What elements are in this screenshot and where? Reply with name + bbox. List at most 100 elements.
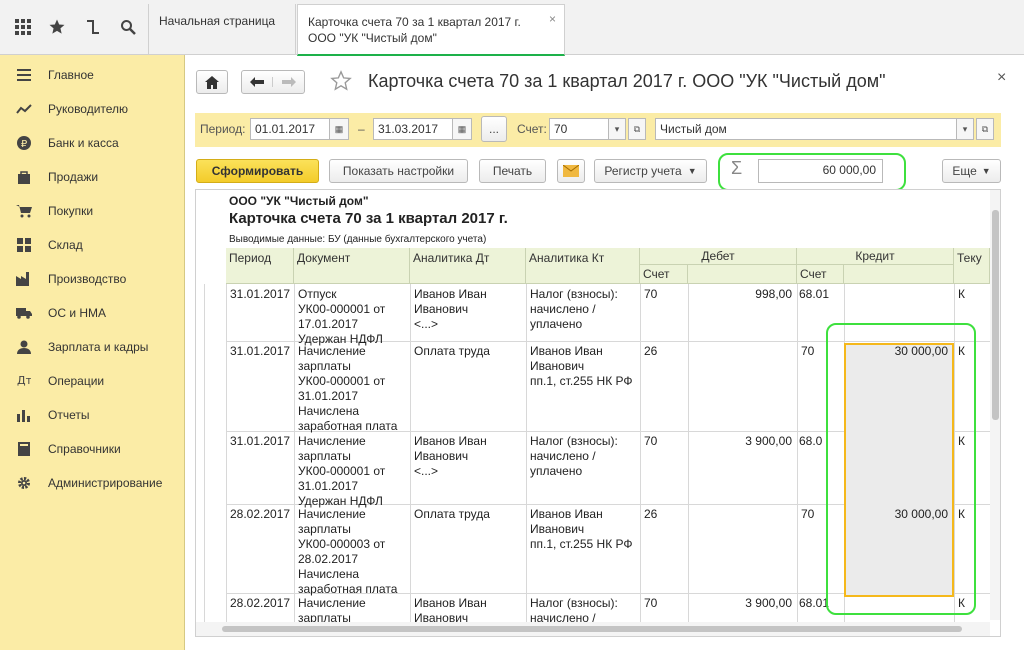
cell-analytics-dt: Оплата труда bbox=[414, 344, 490, 358]
period-select-button[interactable]: ... bbox=[481, 116, 507, 142]
scrollbar-thumb[interactable] bbox=[992, 210, 999, 420]
top-bar: Начальная страница Карточка счета 70 за … bbox=[0, 0, 1024, 56]
cell-document[interactable]: Отпуск УК00-000001 от 17.01.2017 Удержан… bbox=[295, 286, 388, 348]
cell-document[interactable]: Начисление зарплаты УК00-000003 от 28.02… bbox=[295, 506, 400, 598]
horizontal-scrollbar[interactable] bbox=[196, 622, 990, 636]
cell-analytics-kt: Иванов Иван Иванович пп.1, ст.255 НК РФ bbox=[530, 344, 633, 388]
sidebar-item-reports[interactable]: Отчеты bbox=[0, 398, 185, 432]
cell-document[interactable]: Начисление зарплаты УК00-000001 от 31.01… bbox=[295, 343, 400, 435]
sidebar-item-salary[interactable]: Зарплата и кадры bbox=[0, 330, 185, 364]
home-button[interactable] bbox=[196, 70, 228, 94]
chevron-down-icon: ▼ bbox=[981, 166, 991, 176]
cell-document[interactable]: Начисление зарплаты УК00-000001 от 31.01… bbox=[295, 433, 388, 510]
cell-credit-account: 70 bbox=[801, 507, 815, 521]
cell-period: 28.02.2017 bbox=[230, 507, 291, 521]
show-settings-button[interactable]: Показать настройки bbox=[329, 159, 468, 183]
header-debit-sum bbox=[688, 265, 797, 284]
report-subtitle: Выводимые данные: БУ (данные бухгалтерск… bbox=[229, 234, 487, 245]
ruble-icon: ₽ bbox=[0, 136, 48, 150]
calendar-icon[interactable]: ▦ bbox=[329, 118, 349, 140]
tab-account-card-label: Карточка счета 70 за 1 квартал 2017 г. О… bbox=[308, 15, 521, 45]
cell-credit-account: 68.01 bbox=[799, 287, 830, 301]
period-label: Период: bbox=[200, 122, 246, 136]
favorites-star-icon[interactable] bbox=[44, 14, 70, 40]
account-field[interactable]: 70 bbox=[549, 118, 609, 140]
dropdown-arrow-icon[interactable]: ▾ bbox=[956, 118, 974, 140]
open-icon[interactable]: ⧉ bbox=[628, 118, 646, 140]
sidebar-item-label: Руководителю bbox=[48, 102, 129, 116]
sidebar-item-production[interactable]: Производство bbox=[0, 262, 185, 296]
email-button[interactable] bbox=[557, 159, 585, 183]
header-credit-sum bbox=[844, 265, 954, 284]
bar-chart-icon bbox=[0, 408, 48, 422]
cart-icon bbox=[0, 204, 48, 218]
cell-debit-account: 26 bbox=[644, 344, 658, 358]
cell-credit-sum bbox=[845, 286, 951, 288]
sidebar-item-operations[interactable]: Дт Операции bbox=[0, 364, 185, 398]
report-org: ООО "УК "Чистый дом" bbox=[229, 194, 369, 208]
gear-icon bbox=[0, 476, 48, 490]
scrollbar-thumb[interactable] bbox=[222, 626, 962, 632]
date-from-field[interactable]: 01.01.2017 bbox=[250, 118, 330, 140]
cell-debit-sum bbox=[689, 506, 795, 508]
sidebar-item-label: ОС и НМА bbox=[48, 306, 107, 320]
header-analytics-dt: Аналитика Дт bbox=[410, 248, 526, 284]
envelope-icon bbox=[563, 165, 579, 177]
factory-icon bbox=[0, 272, 48, 286]
header-debit: Дебет bbox=[640, 248, 797, 265]
cell-debit-sum: 3 900,00 bbox=[745, 596, 792, 610]
close-icon[interactable]: × bbox=[997, 69, 1006, 87]
tab-home-label: Начальная страница bbox=[159, 14, 276, 28]
search-icon[interactable] bbox=[115, 14, 141, 40]
sidebar-item-label: Продажи bbox=[48, 170, 99, 184]
cell-debit-account: 26 bbox=[644, 507, 658, 521]
sidebar-item-label: Отчеты bbox=[48, 408, 90, 422]
person-icon bbox=[0, 340, 48, 354]
open-icon[interactable]: ⧉ bbox=[976, 118, 994, 140]
header-credit-account: Счет bbox=[797, 265, 844, 284]
sidebar-item-assets[interactable]: ОС и НМА bbox=[0, 296, 185, 330]
organization-field[interactable]: Чистый дом bbox=[655, 118, 957, 140]
cell-analytics-dt: Иванов Иван Иванович <...> bbox=[414, 434, 487, 478]
tab-close-icon[interactable]: × bbox=[549, 11, 556, 27]
cell-analytics-kt: Иванов Иван Иванович пп.1, ст.255 НК РФ bbox=[530, 507, 633, 551]
date-to-field[interactable]: 31.03.2017 bbox=[373, 118, 453, 140]
forward-arrow-icon[interactable] bbox=[273, 77, 304, 87]
cell-debit-account: 70 bbox=[644, 596, 658, 610]
sidebar-item-bank[interactable]: ₽ Банк и касса bbox=[0, 126, 185, 160]
sidebar-item-warehouse[interactable]: Склад bbox=[0, 228, 185, 262]
operations-icon: Дт bbox=[0, 374, 48, 388]
vertical-scrollbar[interactable] bbox=[990, 190, 1000, 620]
nav-buttons bbox=[241, 70, 305, 94]
register-button[interactable]: Регистр учета ▼ bbox=[594, 159, 707, 183]
cell-analytics-dt: Оплата труда bbox=[414, 507, 490, 521]
sidebar-item-admin[interactable]: Администрирование bbox=[0, 466, 185, 500]
print-button[interactable]: Печать bbox=[479, 159, 546, 183]
header-credit: Кредит bbox=[797, 248, 954, 265]
svg-text:₽: ₽ bbox=[21, 139, 28, 150]
calendar-icon[interactable]: ▦ bbox=[452, 118, 472, 140]
favorite-star-icon[interactable] bbox=[330, 70, 352, 95]
apps-grid-icon[interactable] bbox=[10, 14, 36, 40]
sidebar-item-sales[interactable]: Продажи bbox=[0, 160, 185, 194]
sidebar-item-main[interactable]: Главное bbox=[0, 58, 185, 92]
sidebar-item-purchases[interactable]: Покупки bbox=[0, 194, 185, 228]
tab-home[interactable]: Начальная страница bbox=[148, 4, 296, 55]
sidebar-item-label: Главное bbox=[48, 68, 94, 82]
cell-debit-account: 70 bbox=[644, 434, 658, 448]
dropdown-arrow-icon[interactable]: ▾ bbox=[608, 118, 626, 140]
tab-account-card[interactable]: Карточка счета 70 за 1 квартал 2017 г. О… bbox=[297, 4, 565, 56]
credit-column-highlight bbox=[826, 323, 976, 615]
generate-button[interactable]: Сформировать bbox=[196, 159, 319, 183]
cell-analytics-dt: Иванов Иван Иванович <...> bbox=[414, 287, 487, 331]
cell-debit-account: 70 bbox=[644, 287, 658, 301]
sidebar-item-references[interactable]: Справочники bbox=[0, 432, 185, 466]
back-arrow-icon[interactable] bbox=[242, 77, 274, 87]
sidebar-item-manager[interactable]: Руководителю bbox=[0, 92, 185, 126]
cell-analytics-kt: Налог (взносы): начислено / уплачено bbox=[530, 287, 618, 331]
cell-credit-account: 68.0 bbox=[799, 434, 823, 448]
period-dash: – bbox=[358, 122, 365, 136]
history-icon[interactable] bbox=[80, 14, 106, 40]
more-button[interactable]: Еще ▼ bbox=[942, 159, 1001, 183]
header-document: Документ bbox=[294, 248, 410, 284]
